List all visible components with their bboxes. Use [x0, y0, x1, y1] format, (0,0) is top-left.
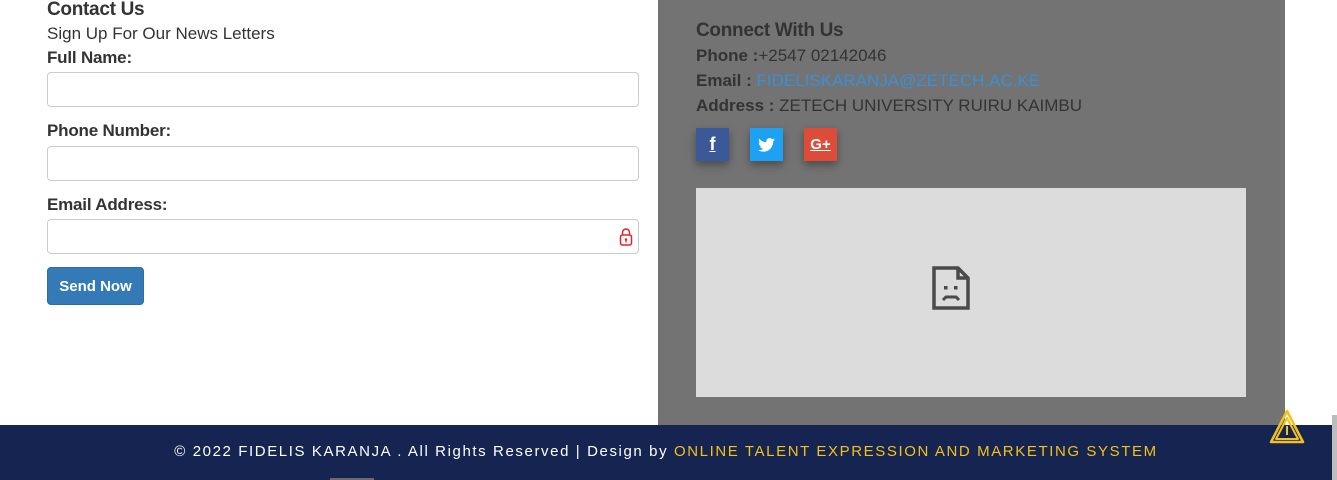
email-address-label: Email Address:	[47, 195, 168, 214]
right-margin	[1285, 0, 1337, 425]
phone-line: Phone :+2547 02142046	[696, 46, 886, 66]
address-value: ZETECH UNIVERSITY RUIRU KAIMBU	[779, 96, 1083, 115]
phone-value: +2547 02142046	[758, 46, 887, 65]
full-name-label: Full Name:	[47, 48, 132, 67]
email-label: Email :	[696, 71, 752, 90]
connect-panel: Connect With Us Phone :+2547 02142046 Em…	[658, 0, 1285, 425]
scrollbar-thumb[interactable]	[1332, 415, 1337, 480]
google-plus-button[interactable]: G+	[804, 128, 837, 161]
phone-number-label: Phone Number:	[47, 121, 171, 140]
page: Contact Us Sign Up For Our News Letters …	[0, 0, 1337, 480]
newsletter-subheading: Sign Up For Our News Letters	[47, 24, 275, 43]
phone-label: Phone :	[696, 46, 759, 65]
email-link[interactable]: FIDELISKARANJA@ZETECH.AC.KE	[756, 71, 1040, 90]
full-name-input[interactable]	[47, 72, 639, 107]
email-field-wrapper	[47, 219, 641, 256]
address-line: Address : ZETECH UNIVERSITY RUIRU KAIMBU	[696, 96, 1082, 116]
address-label: Address :	[696, 96, 775, 115]
footer-copyright: © 2022 FIDELIS KARANJA . All Rights Rese…	[174, 443, 669, 460]
lock-icon[interactable]	[619, 227, 633, 247]
footer: © 2022 FIDELIS KARANJA . All Rights Rese…	[0, 425, 1332, 480]
email-line: Email : FIDELISKARANJA@ZETECH.AC.KE	[696, 71, 1040, 91]
facebook-icon: f	[709, 134, 716, 154]
send-now-button[interactable]: Send Now	[47, 267, 144, 305]
google-plus-icon: G+	[810, 136, 831, 153]
contact-heading: Contact Us	[47, 0, 145, 20]
phone-number-input[interactable]	[47, 146, 639, 181]
broken-image-icon	[932, 266, 970, 310]
twitter-icon	[758, 137, 775, 152]
connect-heading: Connect With Us	[696, 20, 844, 41]
footer-text: © 2022 FIDELIS KARANJA . All Rights Rese…	[0, 443, 1332, 460]
scroll-to-top-icon[interactable]	[1268, 408, 1306, 446]
facebook-button[interactable]: f	[696, 128, 729, 161]
email-address-input[interactable]	[47, 219, 639, 254]
map-embed[interactable]	[696, 188, 1246, 397]
twitter-button[interactable]	[750, 128, 783, 161]
footer-designer-link[interactable]: ONLINE TALENT EXPRESSION AND MARKETING S…	[674, 443, 1158, 460]
